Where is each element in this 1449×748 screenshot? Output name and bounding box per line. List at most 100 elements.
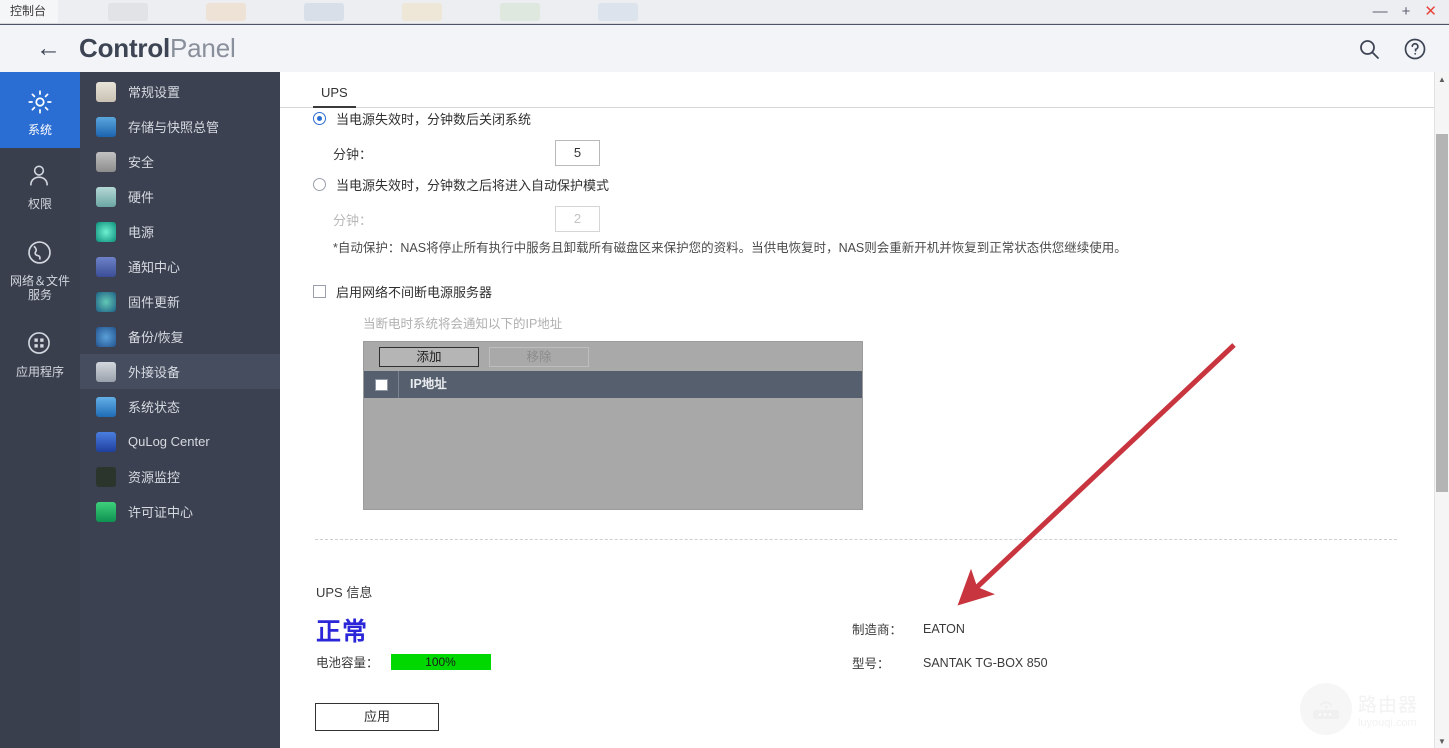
resource-monitor-icon bbox=[96, 466, 116, 487]
watermark-cn: 路由器 bbox=[1358, 694, 1419, 716]
network-ups-checkbox[interactable] bbox=[313, 285, 326, 298]
app-header: ← ControlPanel bbox=[0, 25, 1449, 72]
menu-item-external-device[interactable]: 外接设备 bbox=[80, 354, 280, 389]
shutdown-minutes-row: 分钟： 5 bbox=[333, 140, 601, 166]
ghost-icon bbox=[402, 2, 443, 21]
menu-item-security[interactable]: 安全 bbox=[80, 144, 280, 179]
menu-item-label: 资源监控 bbox=[128, 470, 181, 485]
select-all-checkbox[interactable] bbox=[374, 378, 388, 391]
watermark-en: luyouqi.com bbox=[1358, 716, 1417, 729]
menu-item-label: 系统状态 bbox=[128, 400, 181, 415]
qulog-icon bbox=[96, 431, 116, 452]
radio-autoprotect[interactable] bbox=[313, 178, 326, 191]
monitor-icon bbox=[96, 396, 116, 417]
rail-item-privileges[interactable]: 权限 bbox=[0, 148, 80, 224]
column-header-ip: IP地址 bbox=[398, 371, 447, 398]
autoprotect-note: *自动保护：NAS将停止所有执行中服务且卸载所有磁盘区来保护您的资料。当供电恢复… bbox=[333, 241, 1127, 255]
network-ups-label: 启用网络不间断电源服务器 bbox=[336, 285, 493, 300]
menu-item-storage-snapshots[interactable]: 存储与快照总管 bbox=[80, 109, 280, 144]
bell-icon bbox=[96, 256, 116, 277]
autoprotect-minutes-row: 分钟： 2 bbox=[333, 206, 601, 232]
menu-item-label: 外接设备 bbox=[128, 365, 181, 380]
external-device-icon bbox=[96, 361, 116, 382]
back-arrow-icon[interactable]: ← bbox=[36, 36, 61, 61]
minimize-button[interactable]: — bbox=[1373, 4, 1388, 19]
user-icon bbox=[26, 162, 54, 190]
content-pane: UPS 当电源失效时，分钟数后关闭系统 分钟： 5 当电源失效时，分钟数之后将进… bbox=[280, 72, 1449, 748]
rail-item-applications[interactable]: 应用程序 bbox=[0, 316, 80, 392]
menu-item-label: 通知中心 bbox=[128, 260, 181, 275]
firmware-icon bbox=[96, 291, 116, 312]
menu-item-qulog-center[interactable]: QuLog Center bbox=[80, 424, 280, 459]
ghost-icon bbox=[304, 2, 345, 21]
remove-ip-button[interactable]: 移除 bbox=[489, 346, 589, 367]
power-icon bbox=[96, 221, 116, 242]
network-ups-hint: 当断电时系统将会通知以下的IP地址 bbox=[363, 317, 563, 331]
menu-item-system-status[interactable]: 系统状态 bbox=[80, 389, 280, 424]
storage-icon bbox=[96, 116, 116, 137]
section-divider bbox=[315, 539, 1397, 540]
menu-item-general[interactable]: 常规设置 bbox=[80, 74, 280, 109]
ghost-icon bbox=[598, 2, 639, 21]
page-title: ControlPanel bbox=[79, 33, 236, 64]
ip-address-table: 添加 移除 IP地址 bbox=[363, 341, 863, 510]
shutdown-minutes-label: 分钟： bbox=[333, 146, 373, 162]
lock-icon bbox=[96, 151, 116, 172]
menu-item-power[interactable]: 电源 bbox=[80, 214, 280, 249]
window-controls: — + ✕ bbox=[1373, 4, 1449, 19]
hardware-icon bbox=[96, 186, 116, 207]
grid-icon bbox=[26, 330, 54, 358]
ghost-icon bbox=[500, 2, 541, 21]
scroll-up-arrow[interactable]: ▲ bbox=[1435, 72, 1449, 86]
apply-button[interactable]: 应用 bbox=[315, 703, 439, 731]
manufacturer-row: 制造商： EATON bbox=[852, 619, 965, 638]
scrollbar-thumb[interactable] bbox=[1436, 134, 1448, 492]
close-button[interactable]: ✕ bbox=[1424, 4, 1437, 19]
search-icon[interactable] bbox=[1357, 37, 1381, 61]
ip-table-header-row: IP地址 bbox=[364, 371, 862, 398]
manufacturer-label: 制造商： bbox=[852, 623, 903, 637]
menu-item-label: 备份/恢复 bbox=[128, 330, 184, 345]
menu-item-license-center[interactable]: 许可证中心 bbox=[80, 494, 280, 529]
gear-icon bbox=[26, 88, 54, 116]
ghost-icon bbox=[206, 2, 247, 21]
background-desktop-icons bbox=[58, 2, 1373, 21]
menu-item-label: 固件更新 bbox=[128, 295, 181, 310]
os-window-tab[interactable]: 控制台 bbox=[0, 0, 59, 23]
help-icon[interactable] bbox=[1403, 37, 1427, 61]
license-icon bbox=[96, 501, 116, 522]
ghost-icon bbox=[108, 2, 149, 21]
battery-capacity-bar: 100% bbox=[390, 653, 491, 670]
settings-menu: 常规设置 存储与快照总管 安全 硬件 电源 通知中心 固件更新 备份/恢复 外接… bbox=[80, 72, 280, 748]
menu-item-resource-monitor[interactable]: 资源监控 bbox=[80, 459, 280, 494]
tab-ups[interactable]: UPS bbox=[313, 82, 356, 108]
app-title-bold: Control bbox=[79, 33, 171, 63]
menu-item-firmware-update[interactable]: 固件更新 bbox=[80, 284, 280, 319]
app-title-light: Panel bbox=[170, 33, 236, 63]
rail-item-network-file-services[interactable]: 网络＆文件 服务 bbox=[0, 224, 80, 316]
menu-item-label: 许可证中心 bbox=[128, 505, 194, 520]
menu-item-notification-center[interactable]: 通知中心 bbox=[80, 249, 280, 284]
rail-item-label: 网络＆文件 服务 bbox=[9, 273, 70, 302]
network-ups-row[interactable]: 启用网络不间断电源服务器 bbox=[313, 282, 492, 301]
shutdown-minutes-input[interactable]: 5 bbox=[555, 140, 601, 166]
clipboard-icon bbox=[96, 81, 116, 102]
os-title-bar: 控制台 — + ✕ bbox=[0, 0, 1449, 24]
rail-item-system[interactable]: 系统 bbox=[0, 72, 80, 148]
select-all-cell[interactable] bbox=[364, 378, 398, 391]
battery-capacity-percent: 100% bbox=[425, 654, 456, 669]
autoprotect-minutes-input[interactable]: 2 bbox=[555, 206, 601, 232]
vertical-scrollbar[interactable]: ▲ ▼ bbox=[1434, 72, 1449, 748]
battery-capacity-label: 电池容量： bbox=[316, 656, 379, 670]
option-shutdown-label: 当电源失效时，分钟数后关闭系统 bbox=[336, 112, 532, 127]
option-shutdown-row[interactable]: 当电源失效时，分钟数后关闭系统 bbox=[313, 109, 531, 128]
option-autoprotect-row[interactable]: 当电源失效时，分钟数之后将进入自动保护模式 bbox=[313, 175, 609, 194]
maximize-button[interactable]: + bbox=[1402, 4, 1411, 19]
radio-shutdown[interactable] bbox=[313, 112, 326, 125]
add-ip-button[interactable]: 添加 bbox=[379, 346, 479, 367]
model-label: 型号： bbox=[852, 657, 890, 671]
menu-item-backup-restore[interactable]: 备份/恢复 bbox=[80, 319, 280, 354]
globe-icon bbox=[26, 239, 54, 267]
menu-item-hardware[interactable]: 硬件 bbox=[80, 179, 280, 214]
header-actions bbox=[1357, 37, 1449, 61]
